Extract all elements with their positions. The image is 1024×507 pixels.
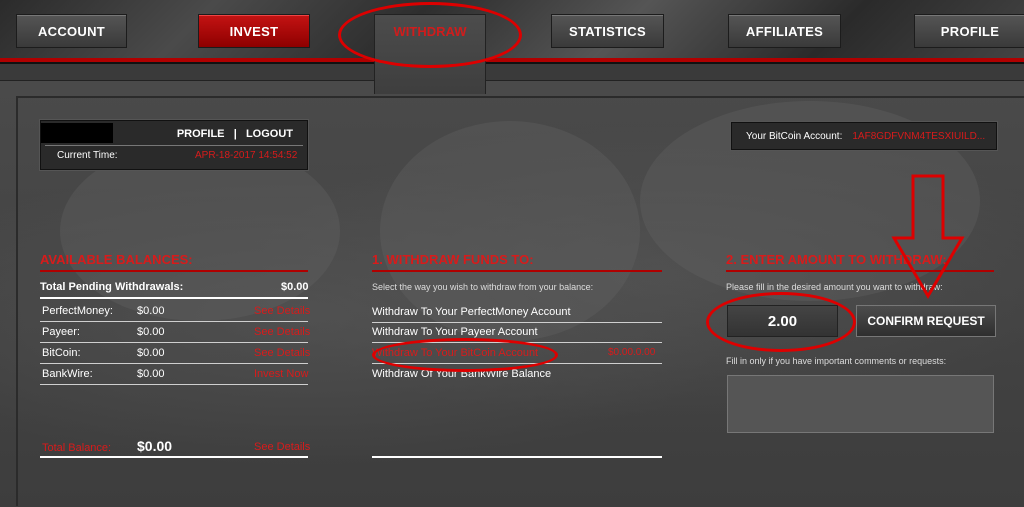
withdraw-option[interactable]: Withdraw To Your Payeer Account (372, 326, 538, 338)
user-info-box: PROFILE | LOGOUT Current Time: APR-18-20… (40, 120, 308, 170)
annotation-circle (338, 2, 522, 68)
balance-amount: $0.00 (137, 368, 165, 380)
balance-action-link[interactable]: See Details (254, 326, 310, 338)
bitcoin-account-label: Your BitCoin Account: (746, 130, 843, 142)
bitcoin-account-box: Your BitCoin Account: 1AF8GDFVNM4TESXIUI… (731, 122, 997, 150)
divider (372, 456, 662, 458)
balance-action-link[interactable]: See Details (254, 305, 310, 317)
logout-link[interactable]: LOGOUT (246, 128, 293, 140)
user-links: PROFILE | LOGOUT (177, 128, 293, 140)
total-balance-value: $0.00 (137, 438, 173, 454)
bitcoin-account-value: 1AF8GDFVNM4TESXIUILD... (852, 130, 986, 142)
divider (40, 384, 308, 385)
nav-account-button[interactable]: ACCOUNT (16, 14, 127, 48)
balance-name: Payeer: (42, 326, 80, 338)
divider (40, 297, 308, 299)
nav-invest-button[interactable]: INVEST (198, 14, 310, 48)
balance-amount: $0.00 (137, 326, 165, 338)
username-redacted (41, 123, 113, 143)
divider (40, 342, 308, 343)
divider (40, 363, 308, 364)
divider (40, 456, 308, 458)
annotation-arrow-icon (891, 174, 965, 299)
balance-name: BankWire: (42, 368, 93, 380)
pending-withdrawals-value: $0.00 (281, 281, 309, 293)
withdraw-to-title: 1. WITHDRAW FUNDS TO: (372, 252, 662, 272)
nav-profile-button[interactable]: PROFILE (914, 14, 1024, 48)
current-time-label: Current Time: (57, 150, 118, 161)
withdraw-option[interactable]: Withdraw To Your PerfectMoney Account (372, 306, 571, 318)
annotation-circle (706, 292, 856, 352)
balance-amount: $0.00 (137, 305, 165, 317)
divider (372, 322, 662, 323)
balance-action-link[interactable]: Invest Now (254, 368, 308, 380)
comments-hint: Fill in only if you have important comme… (726, 356, 947, 366)
nav-affiliates-button[interactable]: AFFILIATES (728, 14, 841, 48)
profile-link[interactable]: PROFILE (177, 128, 225, 140)
annotation-circle (372, 338, 558, 372)
withdraw-option-extra: $0.00.0.00 (608, 347, 656, 358)
comments-textarea[interactable] (727, 375, 994, 433)
balance-amount: $0.00 (137, 347, 165, 359)
current-time-value: APR-18-2017 14:54:52 (195, 150, 298, 161)
total-balance-label: Total Balance: (42, 442, 112, 454)
balance-name: PerfectMoney: (42, 305, 113, 317)
balances-title: AVAILABLE BALANCES: (40, 252, 308, 272)
balance-action-link[interactable]: See Details (254, 347, 310, 359)
balance-name: BitCoin: (42, 347, 81, 359)
nav-statistics-button[interactable]: STATISTICS (551, 14, 664, 48)
pending-withdrawals-label: Total Pending Withdrawals: (40, 281, 184, 293)
divider (40, 321, 308, 322)
link-separator: | (233, 128, 237, 140)
divider (45, 145, 303, 146)
confirm-request-button[interactable]: CONFIRM REQUEST (856, 305, 996, 337)
total-balance-action-link[interactable]: See Details (254, 441, 310, 453)
withdraw-to-hint: Select the way you wish to withdraw from… (372, 282, 594, 292)
